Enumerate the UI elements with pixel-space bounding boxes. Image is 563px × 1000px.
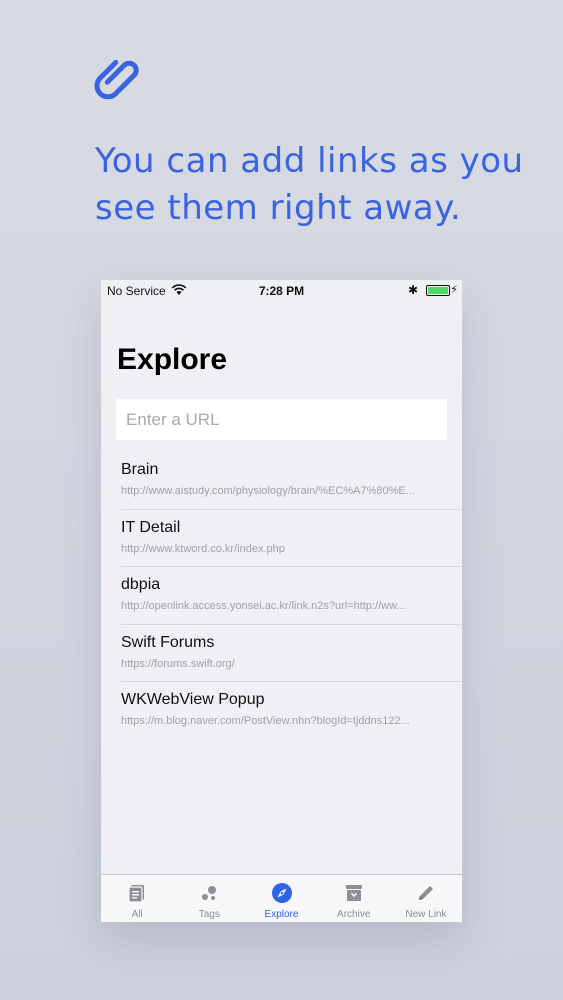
tab-archive[interactable]: Archive	[318, 875, 390, 922]
list-item[interactable]: WKWebView Popup https://m.blog.naver.com…	[101, 682, 462, 740]
bluetooth-icon: ✱	[407, 283, 418, 297]
tab-label: Explore	[264, 909, 299, 920]
pencil-icon	[418, 886, 433, 900]
list-item[interactable]: Swift Forums https://forums.swift.org/	[101, 625, 462, 683]
list-item[interactable]: IT Detail http://www.ktword.co.kr/index.…	[101, 510, 462, 568]
link-url: https://m.blog.naver.com/PostView.nhn?bl…	[121, 715, 410, 728]
list-icon	[128, 885, 145, 903]
promo-headline: You can add links as you see them right …	[95, 141, 524, 228]
compass-icon	[271, 883, 292, 903]
url-input[interactable]	[116, 399, 447, 440]
list-item[interactable]: Brain http://www.aistudy.com/physiology/…	[101, 452, 462, 510]
tab-new-link[interactable]: New Link	[390, 875, 462, 922]
battery-icon	[426, 285, 450, 296]
link-title: IT Detail	[121, 518, 181, 536]
tab-bar: All Tags Explore Archive New Link	[101, 874, 462, 922]
link-url: http://openlink.access.yonsei.ac.kr/link…	[121, 600, 406, 613]
link-url: https://forums.swift.org/	[121, 657, 235, 670]
link-title: WKWebView Popup	[121, 691, 265, 709]
tab-label: New Link	[405, 909, 447, 920]
link-url: http://www.aistudy.com/physiology/brain/…	[121, 485, 415, 497]
link-title: Brain	[121, 461, 159, 478]
phone-screen: No Service 7:28 PM ✱ ⚡ Explore Brain htt…	[101, 280, 462, 922]
link-title: Swift Forums	[121, 633, 215, 651]
charging-icon: ⚡	[450, 284, 458, 296]
link-list: Brain http://www.aistudy.com/physiology/…	[101, 452, 462, 740]
tab-label: Tags	[198, 909, 220, 920]
tab-tags[interactable]: Tags	[173, 875, 245, 922]
tab-all[interactable]: All	[101, 875, 173, 922]
tab-explore[interactable]: Explore	[245, 875, 317, 922]
tab-label: Archive	[337, 909, 371, 920]
tab-label: All	[131, 909, 143, 920]
archive-icon	[345, 885, 362, 901]
link-title: dbpia	[121, 576, 161, 594]
paperclip-icon	[94, 59, 139, 100]
page-title: Explore	[117, 343, 228, 376]
status-bar: No Service 7:28 PM ✱ ⚡	[101, 280, 462, 302]
tags-icon	[202, 886, 217, 900]
link-url: http://www.ktword.co.kr/index.php	[121, 542, 285, 555]
list-item[interactable]: dbpia http://openlink.access.yonsei.ac.k…	[101, 567, 462, 625]
